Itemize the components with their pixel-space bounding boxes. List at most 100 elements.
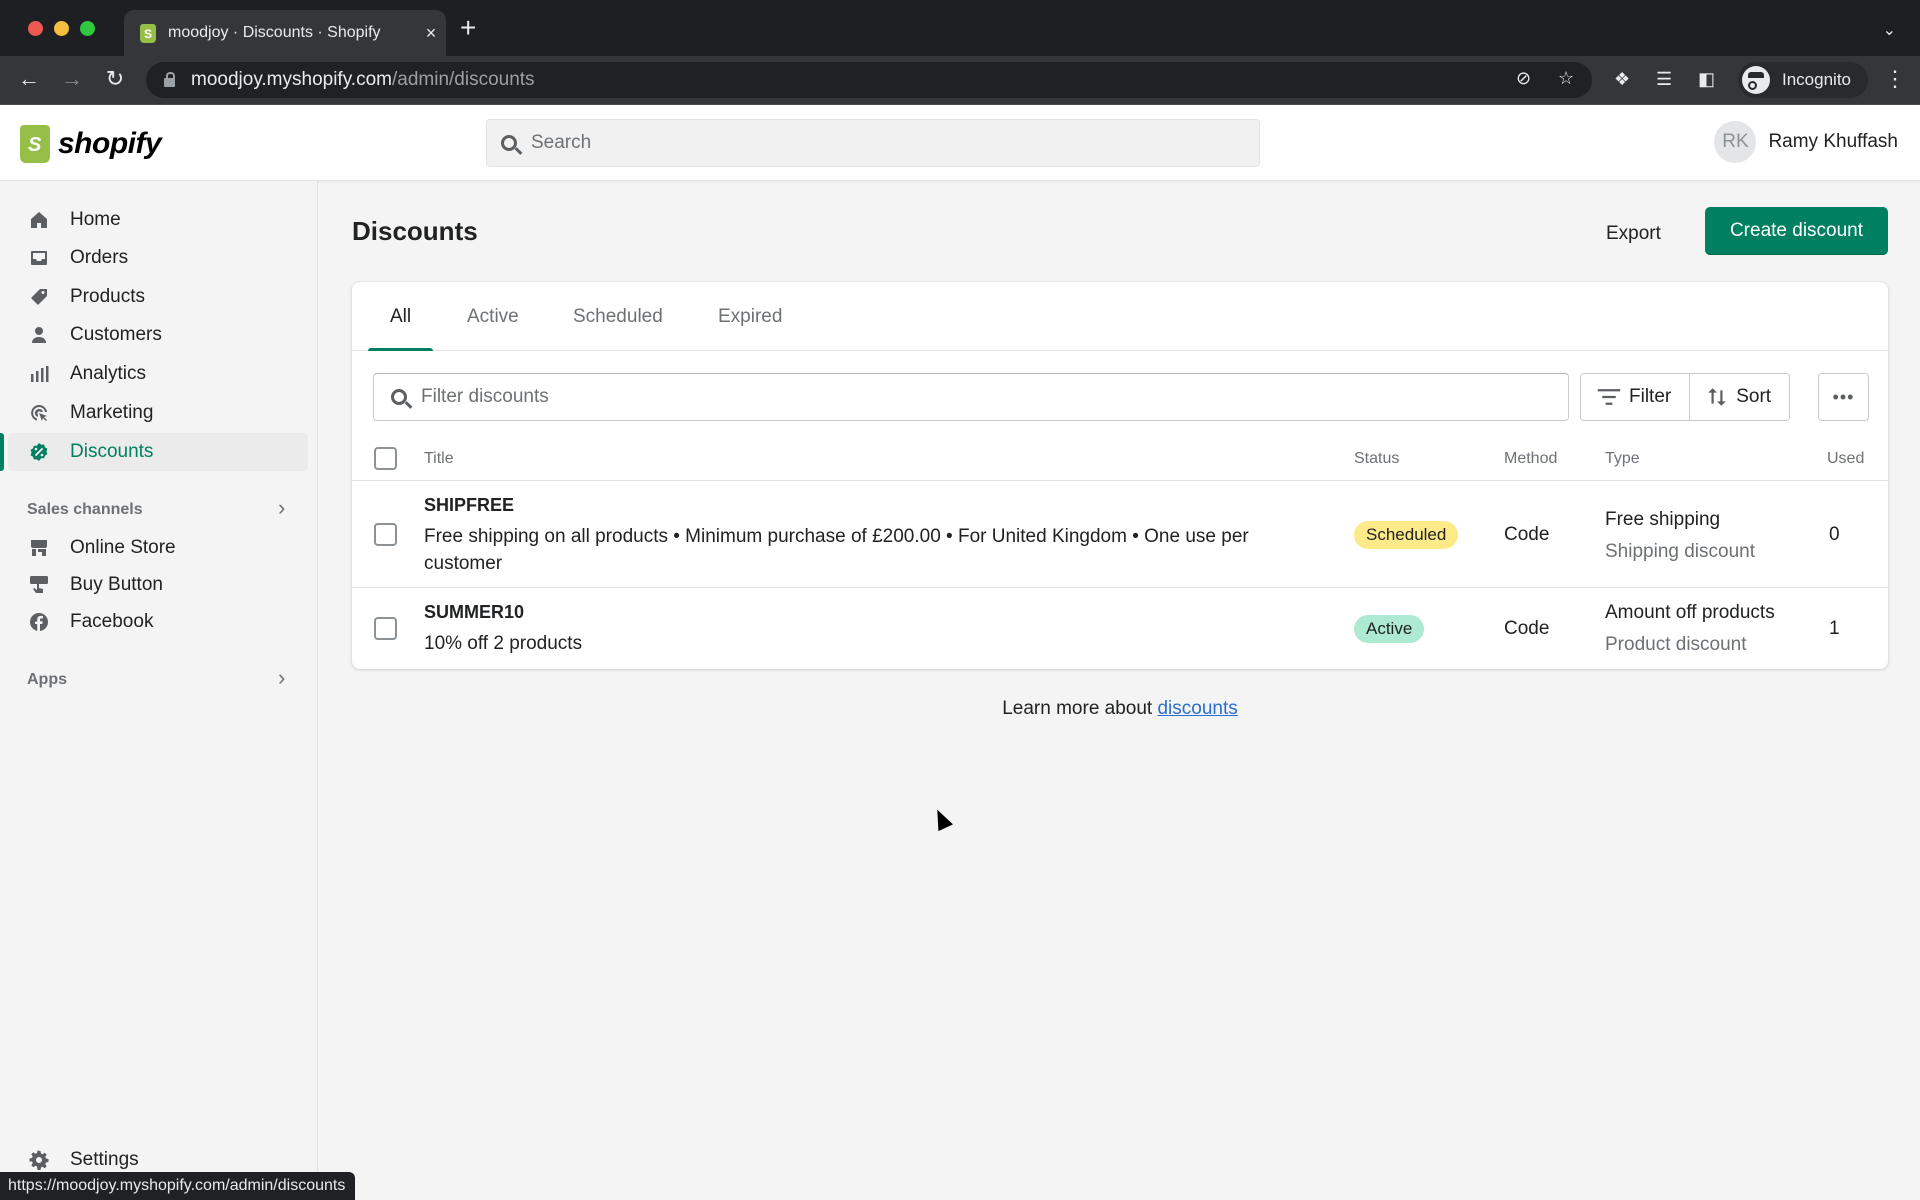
discounts-help-link[interactable]: discounts: [1157, 698, 1237, 719]
tab-close-icon[interactable]: ×: [416, 23, 446, 44]
tab-all[interactable]: All: [352, 282, 434, 351]
apps-heading: Apps: [27, 671, 67, 688]
column-method: Method: [1504, 450, 1558, 467]
avatar: RK: [1714, 121, 1757, 163]
discount-type: Free shipping: [1605, 509, 1721, 530]
tab-active[interactable]: Active: [445, 282, 541, 351]
status-badge: Active: [1354, 615, 1425, 643]
window-minimize-button[interactable]: [54, 21, 69, 36]
new-tab-button[interactable]: +: [460, 14, 476, 42]
tab-search-chevron-icon[interactable]: ⌄: [1883, 20, 1896, 40]
discount-icon: [28, 441, 50, 463]
discount-title[interactable]: SUMMER10: [424, 602, 524, 623]
filter-label: Filter: [1629, 386, 1672, 407]
window-maximize-button[interactable]: [80, 21, 95, 36]
discount-method: Code: [1504, 524, 1550, 545]
table-row[interactable]: SHIPFREE Free shipping on all products •…: [352, 481, 1888, 588]
buy-button-icon: [28, 574, 50, 596]
sidebar-item-label: Settings: [70, 1149, 139, 1170]
shopify-logo[interactable]: shopify: [20, 125, 162, 163]
tag-icon: [28, 286, 50, 308]
sidebar-item-products[interactable]: Products: [0, 278, 308, 316]
sidebar-item-customers[interactable]: Customers: [0, 316, 308, 354]
browser-tab-bar: moodjoy · Discounts · Shopify × + ⌄: [0, 0, 1920, 56]
address-bar[interactable]: moodjoy.myshopify.com/admin/discounts ⊘ …: [146, 62, 1592, 98]
logo-text: shopify: [58, 127, 162, 160]
facebook-icon: [28, 611, 50, 633]
sidebar-item-label: Buy Button: [70, 574, 163, 595]
sidebar-item-label: Analytics: [70, 363, 147, 384]
filter-lines-icon: [1597, 389, 1621, 405]
extensions-puzzle-icon[interactable]: ❖: [1614, 69, 1630, 90]
column-used: Used: [1827, 450, 1865, 467]
sort-arrows-icon: [1708, 388, 1727, 406]
export-button[interactable]: Export: [1590, 210, 1677, 258]
row-checkbox[interactable]: [374, 523, 397, 546]
reload-icon[interactable]: ↻: [101, 66, 129, 92]
sidebar-item-marketing[interactable]: Marketing: [0, 394, 308, 432]
sidebar-item-facebook[interactable]: Facebook: [0, 603, 308, 641]
sidebar-item-label: Facebook: [70, 611, 154, 632]
sidebar-item-online-store[interactable]: Online Store: [0, 529, 308, 567]
select-all-checkbox[interactable]: [374, 447, 397, 470]
gear-icon: [28, 1149, 50, 1171]
sidebar-item-home[interactable]: Home: [0, 201, 308, 239]
filter-button[interactable]: Filter: [1581, 374, 1690, 420]
incognito-label: Incognito: [1782, 70, 1851, 89]
sidebar-item-label: Marketing: [70, 402, 154, 423]
url-host: moodjoy.myshopify.com: [191, 69, 392, 90]
lock-icon: [164, 72, 175, 87]
column-title: Title: [424, 450, 454, 467]
create-discount-button[interactable]: Create discount: [1705, 207, 1888, 255]
window-close-button[interactable]: [28, 21, 43, 36]
browser-menu-icon[interactable]: ⋮: [1884, 66, 1906, 92]
table-row[interactable]: SUMMER10 10% off 2 products Active Code …: [352, 588, 1888, 669]
discount-used-count: 0: [1829, 524, 1840, 545]
tab-expired[interactable]: Expired: [696, 282, 804, 351]
more-actions-button[interactable]: •••: [1818, 373, 1869, 421]
page-title: Discounts: [352, 216, 478, 246]
learn-more-text: Learn more about: [1002, 698, 1158, 719]
discount-tabs: All Active Scheduled Expired: [352, 282, 1888, 351]
app-header: shopify RK Ramy Khuffash: [0, 105, 1920, 181]
incognito-icon: [1742, 66, 1770, 94]
incognito-profile-button[interactable]: Incognito: [1738, 62, 1868, 98]
url-path: /admin/discounts: [391, 69, 535, 90]
sidebar-item-analytics[interactable]: Analytics: [0, 355, 308, 393]
sort-button[interactable]: Sort: [1689, 374, 1790, 420]
shopify-bag-icon: [20, 125, 50, 163]
sidebar-item-buy-button[interactable]: Buy Button: [0, 566, 308, 604]
discount-used-count: 1: [1829, 618, 1840, 639]
row-checkbox[interactable]: [374, 617, 397, 640]
global-search-input[interactable]: [531, 132, 1259, 154]
orders-icon: [28, 247, 50, 269]
sidebar-item-discounts[interactable]: Discounts: [8, 433, 308, 471]
browser-tab[interactable]: moodjoy · Discounts · Shopify ×: [124, 10, 446, 56]
discount-title[interactable]: SHIPFREE: [424, 495, 514, 516]
filter-discounts-field[interactable]: [373, 373, 1569, 421]
bookmark-star-icon[interactable]: ☆: [1558, 68, 1574, 89]
sidebar-item-orders[interactable]: Orders: [0, 239, 308, 277]
browser-toolbar: ← → ↻ moodjoy.myshopify.com/admin/discou…: [0, 56, 1920, 105]
back-arrow-icon[interactable]: ←: [15, 66, 43, 92]
column-status: Status: [1354, 450, 1400, 467]
eye-slash-icon[interactable]: ⊘: [1516, 68, 1531, 89]
side-panel-icon[interactable]: ◧: [1698, 69, 1715, 90]
discount-description: Free shipping on all products • Minimum …: [424, 526, 1249, 574]
apps-chevron-icon[interactable]: ›: [278, 665, 285, 691]
sales-channels-chevron-icon[interactable]: ›: [278, 495, 285, 521]
tab-scheduled[interactable]: Scheduled: [551, 282, 685, 351]
forward-arrow-icon[interactable]: →: [58, 66, 86, 92]
filter-discounts-input[interactable]: [421, 386, 1568, 408]
shopify-favicon-icon: [140, 23, 156, 43]
global-search[interactable]: [486, 119, 1260, 167]
sidebar-item-label: Orders: [70, 247, 129, 268]
media-queue-icon[interactable]: ☰: [1656, 69, 1672, 90]
user-menu[interactable]: RK Ramy Khuffash: [1714, 121, 1898, 163]
filter-sort-group: Filter Sort: [1580, 373, 1791, 421]
discount-description: 10% off 2 products: [424, 633, 583, 654]
target-icon: [28, 402, 50, 424]
discounts-card: All Active Scheduled Expired Filter Sort…: [352, 282, 1888, 669]
column-type: Type: [1605, 450, 1640, 467]
sidebar: Home Orders Products Customers Analytics…: [0, 181, 318, 1200]
